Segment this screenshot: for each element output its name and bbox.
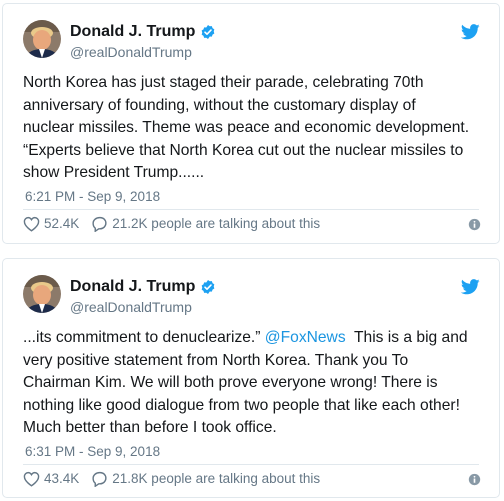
heart-icon [23, 216, 40, 232]
tweet-text-line: show President Trump...... [23, 164, 205, 181]
display-name[interactable]: Donald J. Trump [70, 277, 195, 297]
avatar[interactable] [23, 275, 61, 313]
tweet-actions: 52.4K 21.2K people are talking about thi… [23, 215, 481, 233]
tweet-text: North Korea has just staged their parade… [23, 72, 489, 185]
tweet-text-line: Chairman Kim. We will both prove everyon… [23, 374, 438, 391]
like-count: 52.4K [44, 216, 80, 231]
display-name[interactable]: Donald J. Trump [70, 22, 195, 42]
mention-link[interactable]: @FoxNews [265, 329, 346, 346]
twitter-bird-icon[interactable] [460, 24, 480, 45]
tweet-card[interactable]: Donald J. Trump @realDonaldTrump ...its … [2, 258, 500, 498]
user-handle[interactable]: @realDonaldTrump [70, 298, 192, 316]
tweet-text-line: nothing like good dialogue from two peop… [23, 396, 460, 414]
info-icon[interactable] [468, 473, 481, 486]
divider [23, 209, 479, 210]
heart-icon [23, 471, 40, 487]
tweet-text-line: “Experts believe that North Korea cut ou… [23, 141, 464, 159]
conversation-button[interactable]: 21.8K people are talking about this [91, 470, 320, 488]
verified-badge-icon [200, 279, 216, 295]
avatar[interactable] [23, 20, 61, 58]
tweet-card[interactable]: Donald J. Trump @realDonaldTrump North K… [2, 3, 500, 244]
tweet-timestamp[interactable]: 6:21 PM - Sep 9, 2018 [25, 188, 160, 206]
tweet-text-line: nuclear missiles. Theme was peace and ec… [23, 119, 470, 136]
twitter-bird-icon[interactable] [460, 279, 480, 300]
tweet-text-line: Much better than before I took office. [23, 419, 277, 436]
like-button[interactable]: 43.4K [23, 470, 79, 488]
tweet-text-line: very positive statement from North Korea… [23, 351, 409, 369]
user-handle[interactable]: @realDonaldTrump [70, 43, 192, 61]
display-name-row: Donald J. Trump [70, 277, 216, 297]
divider [23, 464, 479, 465]
text-segment: ...its commitment to denuclearize.” [23, 329, 265, 346]
like-count: 43.4K [44, 471, 80, 486]
like-button[interactable]: 52.4K [23, 215, 79, 233]
tweet-timestamp[interactable]: 6:31 PM - Sep 9, 2018 [25, 443, 160, 461]
info-icon[interactable] [468, 218, 481, 231]
tweet-text: ...its commitment to denuclearize.” @Fox… [23, 327, 489, 440]
tweet-text-line: anniversary of founding, without the cus… [23, 96, 416, 114]
display-name-row: Donald J. Trump [70, 22, 216, 42]
tweet-text-line: ...its commitment to denuclearize.” @Fox… [23, 327, 489, 350]
tweet-text-line: North Korea has just staged their parade… [23, 74, 424, 91]
conversation-button[interactable]: 21.2K people are talking about this [91, 215, 320, 233]
verified-badge-icon [200, 24, 216, 40]
speech-bubble-icon [92, 216, 107, 232]
talking-count: 21.2K people are talking about this [112, 216, 321, 231]
talking-count: 21.8K people are talking about this [112, 471, 321, 486]
speech-bubble-icon [92, 471, 107, 487]
tweet-actions: 43.4K 21.8K people are talking about thi… [23, 470, 481, 488]
text-segment: This is a big and [345, 329, 468, 346]
